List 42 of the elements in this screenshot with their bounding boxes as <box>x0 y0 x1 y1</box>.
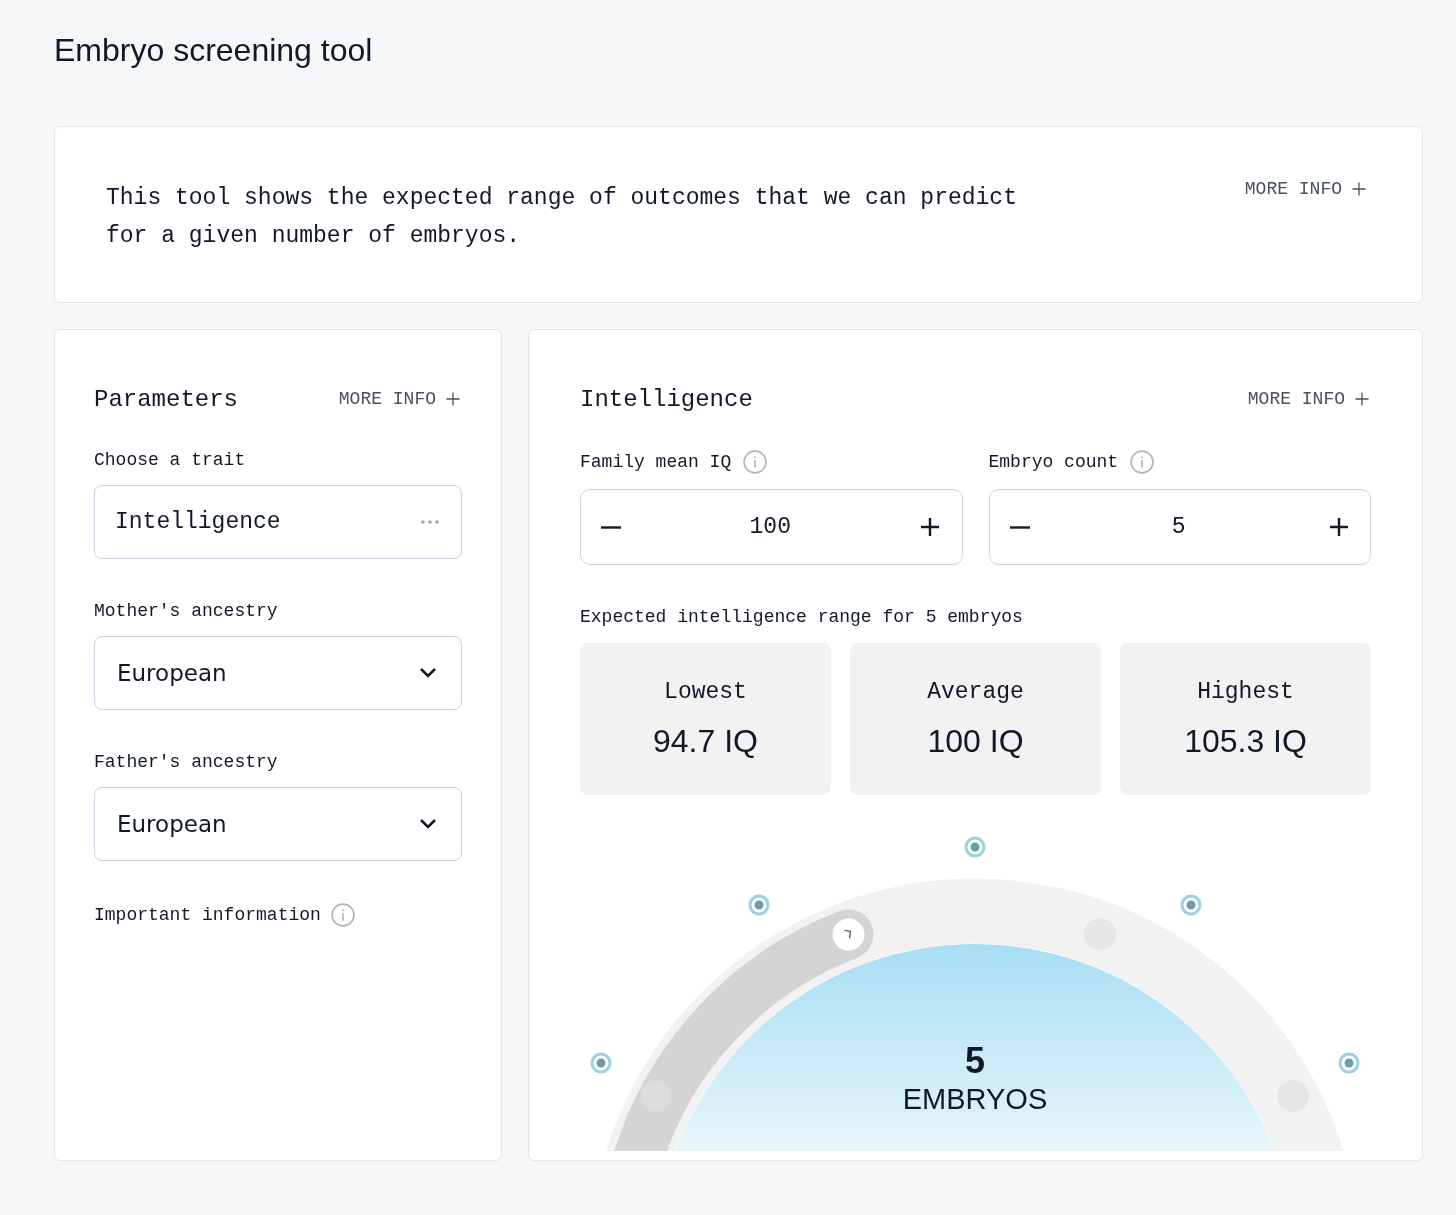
plus-icon <box>1353 390 1371 408</box>
important-information-link[interactable]: Important information <box>94 905 321 925</box>
dial-tick-icon <box>964 836 986 858</box>
more-info-link[interactable]: MORE INFO <box>338 389 462 409</box>
field-label: Family mean IQ <box>580 452 732 472</box>
stat-value: 100 IQ <box>927 722 1024 760</box>
more-info-link[interactable]: MORE INFO <box>1244 179 1368 199</box>
ancestry-select[interactable]: European <box>94 787 462 861</box>
plus-icon <box>444 390 462 408</box>
dial-tick-icon <box>1180 894 1202 916</box>
stat-label: Lowest <box>664 678 747 705</box>
page-title: Embryo screening tool <box>54 31 374 70</box>
dial-tick-icon <box>748 894 770 916</box>
minus-icon <box>601 525 621 529</box>
stat-label: Average <box>927 678 1024 705</box>
field-label: Choose a trait <box>94 450 247 470</box>
range-label: Expected intelligence range for 5 embryos <box>580 607 1024 627</box>
dial-tick-icon <box>590 1052 612 1074</box>
plus-icon <box>919 516 942 538</box>
plus-icon <box>1350 180 1368 198</box>
stat-value: 105.3 IQ <box>1184 722 1307 760</box>
stepper-value[interactable]: 5 <box>1171 514 1186 540</box>
section-title: Intelligence <box>580 385 753 413</box>
slider-handle[interactable] <box>832 918 865 951</box>
more-info-link[interactable]: MORE INFO <box>1247 389 1371 409</box>
plus-icon <box>1328 516 1350 538</box>
embryo-unit-label: EMBRYOS <box>902 1083 1048 1115</box>
stat-value: 94.7 IQ <box>653 722 758 760</box>
minus-icon <box>1009 525 1030 529</box>
field-label: Father's ancestry <box>94 752 279 772</box>
section-title: Parameters <box>94 385 239 413</box>
track-marker <box>640 1080 672 1112</box>
ancestry-select[interactable]: European <box>94 636 462 710</box>
stepper-value[interactable]: 100 <box>749 514 791 540</box>
more-icon <box>421 520 439 524</box>
field-label: Mother's ancestry <box>94 601 279 621</box>
field-label: Embryo count <box>988 452 1119 472</box>
stat-label: Highest <box>1197 678 1294 705</box>
intro-text: This tool shows the expected range of outcomes that we can predict for a given number of embryos. <box>106 184 1018 251</box>
dial-tick-icon <box>1338 1052 1360 1074</box>
embryo-count: 5 <box>965 1040 985 1081</box>
trait-field[interactable]: Intelligence <box>94 485 462 559</box>
